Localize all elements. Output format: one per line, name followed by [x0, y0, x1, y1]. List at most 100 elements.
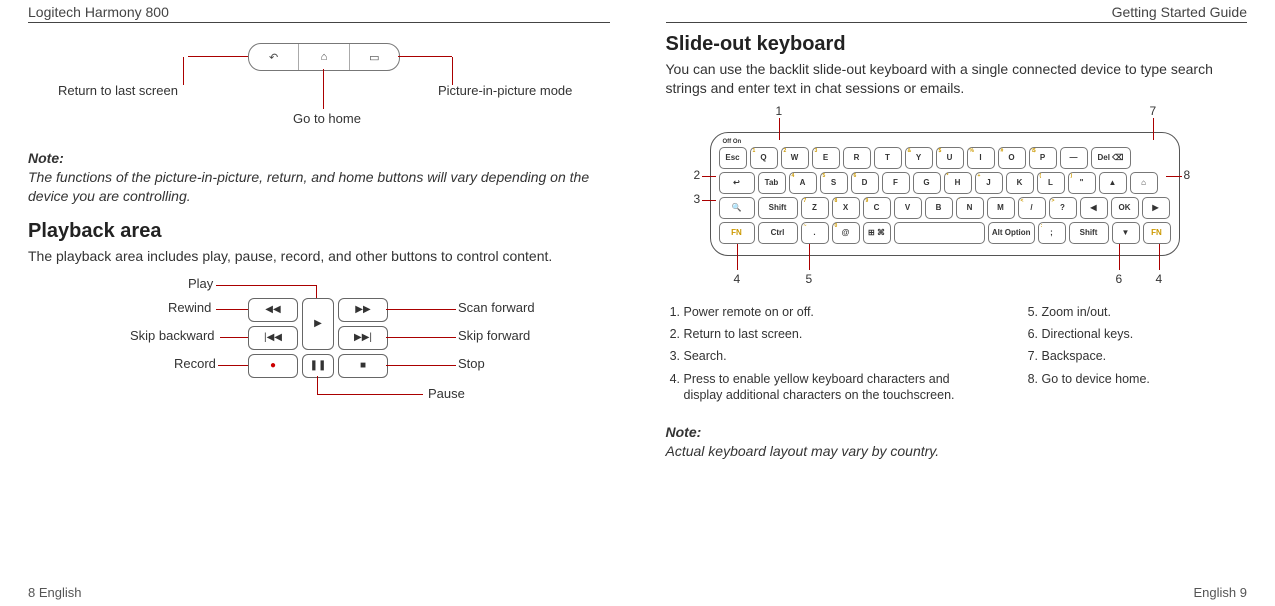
key: K: [1006, 172, 1034, 194]
key: .~: [801, 222, 829, 244]
legend-right: Zoom in/out. Directional keys. Backspace. G…: [1024, 304, 1150, 409]
num-2: 2: [694, 168, 701, 182]
key: R: [843, 147, 871, 169]
legend-item: Directional keys.: [1042, 326, 1150, 342]
key: /<: [1018, 197, 1046, 219]
key: M: [987, 197, 1015, 219]
kbd-title: Slide-out keyboard: [666, 33, 1248, 56]
legend-item: Zoom in/out.: [1042, 304, 1150, 320]
key: ⊞ ⌘: [863, 222, 891, 244]
legend-item: Return to last screen.: [684, 326, 984, 342]
nav-diagram: ↶ ⌂ ▭ Return to last screen Go to home P…: [68, 33, 610, 121]
legend-item: Press to enable yellow keyboard characte…: [684, 371, 984, 404]
note-body: The functions of the picture-in-picture,…: [28, 169, 589, 204]
num-1: 1: [776, 104, 783, 118]
legend-item: Backspace.: [1042, 348, 1150, 364]
key: I%: [967, 147, 995, 169]
key: Q1: [750, 147, 778, 169]
home-icon: ⌂: [299, 44, 349, 70]
skipfwd-label: Skip forward: [458, 328, 530, 343]
key: C9: [863, 197, 891, 219]
key: Shift: [1069, 222, 1109, 244]
nav-pill: ↶ ⌂ ▭: [248, 43, 400, 71]
header-right: Getting Started Guide: [666, 4, 1248, 23]
key: U$: [936, 147, 964, 169]
key: ▲: [1099, 172, 1127, 194]
rewind-button: ◀◀: [248, 298, 298, 322]
stop-label: Stop: [458, 356, 485, 371]
keyboard: Off On EscQ1W2E3RTY&U$I%O#P\$—Del ⌫ ↩Tab…: [710, 132, 1180, 256]
key: B: [925, 197, 953, 219]
pause-button: ❚❚: [302, 354, 334, 378]
playback-body: The playback area includes play, pause, …: [28, 247, 610, 266]
legend-item: Search.: [684, 348, 984, 364]
key: O#: [998, 147, 1026, 169]
legend-item: Power remote on or off.: [684, 304, 984, 320]
kbd-note-title: Note:: [666, 424, 702, 440]
key: T: [874, 147, 902, 169]
key: F: [882, 172, 910, 194]
legend-left: Power remote on or off. Return to last sc…: [666, 304, 984, 409]
key: G: [913, 172, 941, 194]
legend-item: Go to device home.: [1042, 371, 1150, 387]
key: Esc: [719, 147, 747, 169]
key: Alt Option: [988, 222, 1035, 244]
key: [894, 222, 985, 244]
pip-icon: ▭: [350, 44, 399, 70]
key: N`: [956, 197, 984, 219]
key: Tab: [758, 172, 786, 194]
num-7: 7: [1150, 104, 1157, 118]
key: H*: [944, 172, 972, 194]
playback-title: Playback area: [28, 220, 610, 243]
kbd-intro: You can use the backlit slide-out keyboa…: [666, 60, 1248, 98]
key: ◀: [1080, 197, 1108, 219]
key: —: [1060, 147, 1088, 169]
key: FN: [719, 222, 755, 244]
play-label: Play: [188, 276, 213, 291]
pause-label: Pause: [428, 386, 465, 401]
scan-fwd-button: ▶▶: [338, 298, 388, 322]
key: ;:: [1038, 222, 1066, 244]
key: Shift: [758, 197, 798, 219]
key: Z7: [801, 197, 829, 219]
onoff-label: Off On: [723, 139, 1167, 145]
skip-back-button: |◀◀: [248, 326, 298, 350]
kbd-note-body: Actual keyboard layout may vary by count…: [666, 443, 940, 459]
page-left: Logitech Harmony 800 ↶ ⌂ ▭ Return to las…: [0, 0, 638, 606]
footer-right: English 9: [1194, 585, 1247, 600]
key: Y&: [905, 147, 933, 169]
key: E3: [812, 147, 840, 169]
footer-left: 8 English: [28, 585, 81, 600]
key: J+: [975, 172, 1003, 194]
playback-diagram: ◀◀ |◀◀ ● ▶ ❚❚ ▶▶ ▶▶| ■ Play Rewind Skip …: [68, 278, 588, 418]
legend: Power remote on or off. Return to last sc…: [666, 304, 1248, 409]
skipback-label: Skip backward: [130, 328, 215, 343]
key: W2: [781, 147, 809, 169]
rewind-label: Rewind: [168, 300, 211, 315]
pip-label: Picture-in-picture mode: [438, 83, 572, 98]
key: ⌂: [1130, 172, 1158, 194]
num-5: 5: [806, 272, 813, 286]
num-6: 6: [1116, 272, 1123, 286]
note-title: Note:: [28, 150, 64, 166]
home-label: Go to home: [293, 111, 361, 126]
key: FN: [1143, 222, 1171, 244]
key: ↩: [719, 172, 755, 194]
key: OK: [1111, 197, 1139, 219]
key: "): [1068, 172, 1096, 194]
record-button: ●: [248, 354, 298, 378]
num-3: 3: [694, 192, 701, 206]
key: D6: [851, 172, 879, 194]
record-label: Record: [174, 356, 216, 371]
key: ▼: [1112, 222, 1140, 244]
num-8: 8: [1184, 168, 1191, 182]
scanfwd-label: Scan forward: [458, 300, 535, 315]
key: Ctrl: [758, 222, 798, 244]
key: Del ⌫: [1091, 147, 1131, 169]
key: P\$: [1029, 147, 1057, 169]
keyboard-diagram: Off On EscQ1W2E3RTY&U$I%O#P\$—Del ⌫ ↩Tab…: [666, 104, 1206, 294]
play-button: ▶: [302, 298, 334, 350]
key: L(: [1037, 172, 1065, 194]
key: V: [894, 197, 922, 219]
num-4a: 4: [734, 272, 741, 286]
